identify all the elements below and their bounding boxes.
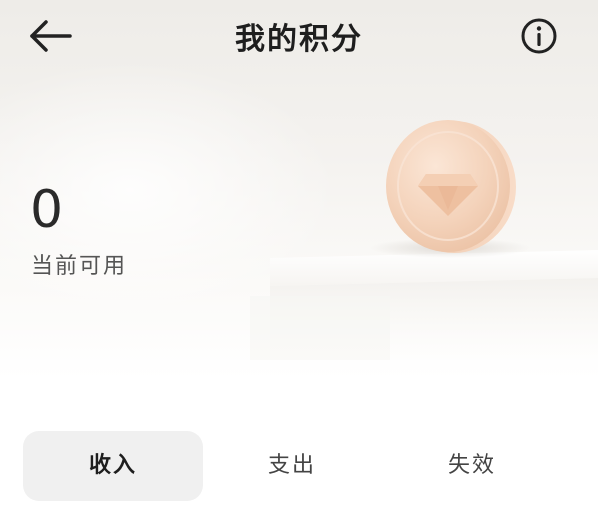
back-button[interactable] [28,18,76,54]
tab-expense[interactable]: 支出 [202,431,382,501]
tab-expired[interactable]: 失效 [382,431,562,501]
points-label: 当前可用 [31,254,128,279]
coin-illustration [250,120,598,360]
tab-income[interactable]: 收入 [23,431,203,501]
platform-step [250,296,390,360]
info-circle-icon [521,18,557,54]
tab-bar: 收入 支出 失效 [22,431,562,501]
points-hero [0,0,598,380]
arrow-left-icon [30,20,72,52]
info-button[interactable] [520,17,558,55]
points-value: 0 [30,180,64,240]
